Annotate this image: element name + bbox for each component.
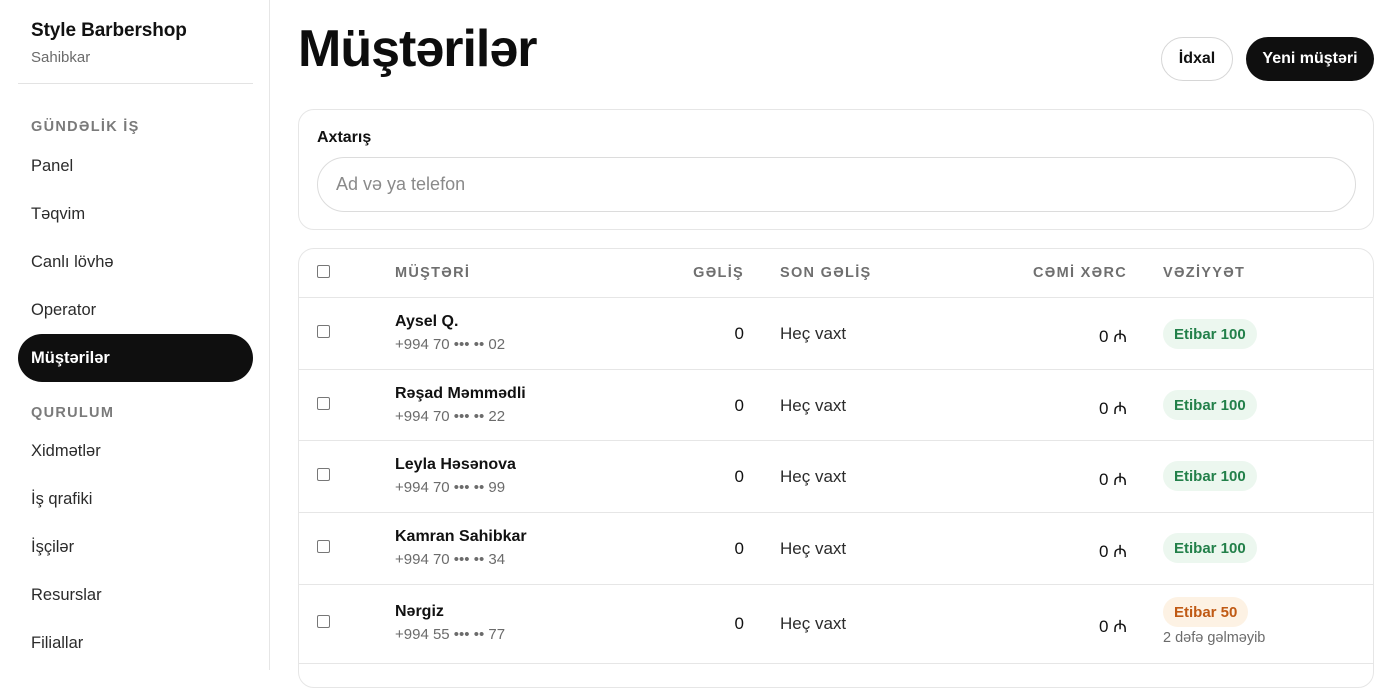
- last-visit: Heç vaxt: [780, 324, 847, 343]
- table-row[interactable]: Leyla Həsənova +994 70 ••• •• 99 0 Heç v…: [299, 440, 1373, 513]
- nav-section-setup: QURULUM: [31, 405, 115, 421]
- page-title: Müştərilər: [298, 20, 538, 78]
- nav-section-daily: GÜNDƏLİK İŞ: [31, 119, 140, 135]
- status-badge: Etibar 100: [1163, 533, 1257, 563]
- customer-phone: +994 70 ••• •• 22: [395, 408, 506, 425]
- column-total-spent[interactable]: CƏMİ XƏRC: [1033, 265, 1127, 281]
- status-badge: Etibar 100: [1163, 319, 1257, 349]
- visits-count: 0: [734, 614, 744, 633]
- sidebar: Style Barbershop Sahibkar GÜNDƏLİK İŞ Pa…: [0, 0, 270, 670]
- brand-role: Sahibkar: [31, 49, 91, 66]
- total-spent: 0 ₼: [1099, 327, 1127, 346]
- total-spent: 0 ₼: [1099, 617, 1127, 636]
- import-button[interactable]: İdxal: [1161, 37, 1233, 81]
- status-note: 2 dəfə gəlməyib: [1163, 630, 1266, 646]
- total-spent: 0 ₼: [1099, 542, 1127, 561]
- total-spent: 0 ₼: [1099, 399, 1127, 418]
- sidebar-item-services[interactable]: Xidmətlər: [18, 427, 253, 475]
- search-label: Axtarış: [317, 129, 372, 146]
- table-header: MÜŞTƏRİ GƏLİŞ SON GƏLİŞ CƏMİ XƏRC VƏZİYY…: [299, 249, 1373, 298]
- row-checkbox[interactable]: [317, 397, 330, 410]
- column-visits[interactable]: GƏLİŞ: [693, 265, 744, 281]
- last-visit: Heç vaxt: [780, 396, 847, 415]
- table-row[interactable]: Rəşad Məmmədli +994 70 ••• •• 22 0 Heç v…: [299, 369, 1373, 441]
- last-visit: Heç vaxt: [780, 614, 847, 633]
- sidebar-item-branches[interactable]: Filiallar: [18, 619, 253, 667]
- customer-name[interactable]: Nərgiz: [395, 603, 444, 621]
- customer-phone: +994 70 ••• •• 02: [395, 336, 506, 353]
- row-checkbox[interactable]: [317, 468, 330, 481]
- sidebar-item-calendar[interactable]: Təqvim: [18, 190, 253, 238]
- sidebar-divider: [18, 83, 253, 84]
- customer-name[interactable]: Rəşad Məmmədli: [395, 385, 526, 403]
- customer-phone: +994 55 ••• •• 77: [395, 626, 506, 643]
- last-visit: Heç vaxt: [780, 467, 847, 486]
- table-row[interactable]: Nərgiz +994 55 ••• •• 77 0 Heç vaxt 0 ₼ …: [299, 584, 1373, 664]
- row-checkbox[interactable]: [317, 615, 330, 628]
- status-badge: Etibar 100: [1163, 390, 1257, 420]
- brand: Style Barbershop Sahibkar: [31, 20, 187, 66]
- sidebar-item-resources[interactable]: Resurslar: [18, 571, 253, 619]
- table-row[interactable]: Kamran Sahibkar +994 70 ••• •• 34 0 Heç …: [299, 512, 1373, 585]
- customers-table: MÜŞTƏRİ GƏLİŞ SON GƏLİŞ CƏMİ XƏRC VƏZİYY…: [298, 248, 1374, 688]
- visits-count: 0: [734, 539, 744, 558]
- status-badge: Etibar 100: [1163, 461, 1257, 491]
- table-row[interactable]: Aysel Q. +994 70 ••• •• 02 0 Heç vaxt 0 …: [299, 297, 1373, 370]
- main-content: Müştərilər İdxal Yeni müştəri Axtarış MÜ…: [271, 0, 1400, 688]
- status-badge: Etibar 50: [1163, 597, 1249, 627]
- new-customer-button[interactable]: Yeni müştəri: [1246, 37, 1374, 81]
- column-status[interactable]: VƏZİYYƏT: [1163, 265, 1245, 281]
- sidebar-item-panel[interactable]: Panel: [18, 142, 253, 190]
- search-input[interactable]: [317, 157, 1356, 212]
- visits-count: 0: [734, 324, 744, 343]
- last-visit: Heç vaxt: [780, 539, 847, 558]
- customer-phone: +994 70 ••• •• 34: [395, 551, 506, 568]
- brand-name: Style Barbershop: [31, 20, 187, 41]
- sidebar-item-operator[interactable]: Operator: [18, 286, 253, 334]
- row-checkbox[interactable]: [317, 325, 330, 338]
- sidebar-item-live-board[interactable]: Canlı lövhə: [18, 238, 253, 286]
- column-customer[interactable]: MÜŞTƏRİ: [395, 265, 470, 281]
- visits-count: 0: [734, 467, 744, 486]
- customer-name[interactable]: Aysel Q.: [395, 313, 458, 331]
- customer-phone: +994 70 ••• •• 99: [395, 479, 506, 496]
- total-spent: 0 ₼: [1099, 470, 1127, 489]
- visits-count: 0: [734, 396, 744, 415]
- row-checkbox[interactable]: [317, 540, 330, 553]
- sidebar-item-staff[interactable]: İşçilər: [18, 523, 253, 571]
- sidebar-item-work-schedule[interactable]: İş qrafiki: [18, 475, 253, 523]
- customer-name[interactable]: Kamran Sahibkar: [395, 528, 527, 546]
- select-all-checkbox[interactable]: [317, 265, 330, 278]
- sidebar-item-customers[interactable]: Müştərilər: [18, 334, 253, 382]
- customer-name[interactable]: Leyla Həsənova: [395, 456, 516, 474]
- search-card: Axtarış: [298, 109, 1374, 230]
- column-last-visit[interactable]: SON GƏLİŞ: [780, 265, 872, 281]
